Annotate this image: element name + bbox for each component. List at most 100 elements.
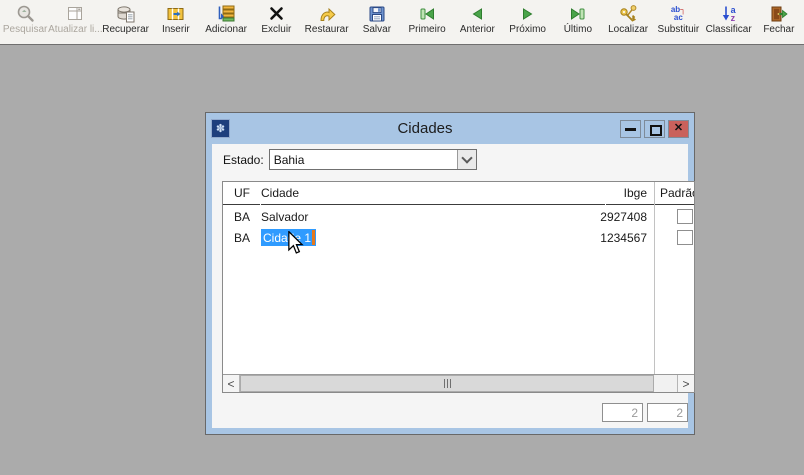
nav-last-icon xyxy=(568,3,588,24)
cell-uf[interactable]: BA xyxy=(223,231,260,245)
search-icon xyxy=(16,3,35,24)
toolbar-label: Recuperar xyxy=(102,24,149,36)
column-header-uf: UF xyxy=(223,182,260,205)
toolbar-label: Primeiro xyxy=(409,24,446,36)
column-header-padrao: Padrão xyxy=(655,182,694,205)
recover-database-icon xyxy=(116,3,136,24)
window-controls: ✕ xyxy=(620,120,689,138)
toolbar-label: Localizar xyxy=(608,24,648,36)
grid-header: UF Cidade Ibge Padrão xyxy=(223,182,694,205)
toolbar-label: Pesquisar xyxy=(3,24,47,36)
cell-padrao xyxy=(655,209,694,224)
cidades-window: ✽ Cidades ✕ Estado: Bahia UF Cidade Ibge xyxy=(205,112,695,435)
system-glyph: ✽ xyxy=(216,122,225,135)
record-position-field: 2 xyxy=(602,403,643,422)
toolbar-button-substituir[interactable]: ab┐ac Substituir xyxy=(653,0,703,44)
nav-first-icon xyxy=(417,3,437,24)
window-titlebar[interactable]: ✽ Cidades ✕ xyxy=(206,113,694,144)
minimize-button[interactable] xyxy=(620,120,641,138)
cell-ibge[interactable]: 2927408 xyxy=(606,210,654,224)
maximize-button[interactable] xyxy=(644,120,665,138)
sort-az-icon: az xyxy=(722,3,736,24)
toolbar-button-pesquisar: Pesquisar xyxy=(0,0,50,44)
toolbar-button-recuperar[interactable]: Recuperar xyxy=(101,0,151,44)
toolbar-label: Próximo xyxy=(509,24,546,36)
toolbar-button-proximo[interactable]: Próximo xyxy=(503,0,553,44)
padrao-checkbox[interactable] xyxy=(677,230,693,245)
scrollbar-thumb[interactable] xyxy=(240,375,654,392)
toolbar-button-fechar[interactable]: Fechar xyxy=(754,0,804,44)
estado-combobox[interactable]: Bahia xyxy=(269,149,477,170)
toolbar-button-excluir[interactable]: Excluir xyxy=(251,0,301,44)
estado-row: Estado: Bahia xyxy=(223,149,477,170)
toolbar-label: Anterior xyxy=(460,24,495,36)
insert-row-icon xyxy=(166,3,186,24)
toolbar-button-restaurar[interactable]: Restaurar xyxy=(302,0,352,44)
toolbar-button-localizar[interactable]: Localizar xyxy=(603,0,653,44)
padrao-checkbox[interactable] xyxy=(677,209,693,224)
window-system-icon: ✽ xyxy=(211,119,230,138)
close-icon: ✕ xyxy=(674,123,683,134)
delete-x-icon xyxy=(268,3,285,24)
thumb-grip-icon xyxy=(447,379,448,388)
selected-cell-text: Cidade 1 xyxy=(263,231,311,245)
toolbar-label: Inserir xyxy=(162,24,190,36)
chevron-down-icon xyxy=(461,152,472,163)
cell-cidade[interactable]: Salvador xyxy=(261,210,605,224)
toolbar-label: Adicionar xyxy=(205,24,247,36)
refresh-list-icon xyxy=(66,3,85,24)
toolbar-label: Restaurar xyxy=(305,24,349,36)
cell-padrao xyxy=(655,230,694,245)
toolbar-label: Excluir xyxy=(261,24,291,36)
thumb-grip-icon xyxy=(450,379,451,388)
replace-text-icon: ab┐ac xyxy=(671,3,686,24)
table-row[interactable]: BA Cidade 1 1234567 xyxy=(223,227,694,248)
column-header-ibge: Ibge xyxy=(606,182,654,205)
scroll-right-button[interactable]: > xyxy=(677,375,694,392)
toolbar-button-primeiro[interactable]: Primeiro xyxy=(402,0,452,44)
thumb-grip-icon xyxy=(444,379,445,388)
combo-dropdown-button[interactable] xyxy=(457,150,476,169)
estado-label: Estado: xyxy=(223,153,264,167)
save-floppy-icon xyxy=(368,3,386,24)
find-keys-icon xyxy=(618,3,638,24)
close-button[interactable]: ✕ xyxy=(668,120,689,138)
toolbar-button-anterior[interactable]: Anterior xyxy=(452,0,502,44)
toolbar-button-atualizar: Atualizar li... xyxy=(50,0,100,44)
maximize-icon xyxy=(650,125,662,136)
main-toolbar: Pesquisar Atualizar li... Recuperar Inse… xyxy=(0,0,804,45)
horizontal-scrollbar[interactable]: < > xyxy=(223,374,694,392)
toolbar-button-inserir[interactable]: Inserir xyxy=(151,0,201,44)
add-row-icon xyxy=(216,3,236,24)
scroll-right-icon: > xyxy=(682,377,689,391)
cell-cidade-selected[interactable]: Cidade 1 xyxy=(261,229,605,246)
record-total-field: 2 xyxy=(647,403,688,422)
cell-ibge[interactable]: 1234567 xyxy=(606,231,654,245)
nav-previous-icon xyxy=(469,3,485,24)
toolbar-button-classificar[interactable]: az Classificar xyxy=(704,0,754,44)
toolbar-label: Salvar xyxy=(363,24,391,36)
restore-arrow-icon xyxy=(317,3,337,24)
toolbar-button-adicionar[interactable]: Adicionar xyxy=(201,0,251,44)
table-row[interactable]: BA Salvador 2927408 xyxy=(223,206,694,227)
scroll-left-icon: < xyxy=(227,377,234,391)
text-caret xyxy=(312,230,315,245)
cell-uf[interactable]: BA xyxy=(223,210,260,224)
toolbar-label: Fechar xyxy=(763,24,794,36)
toolbar-button-salvar[interactable]: Salvar xyxy=(352,0,402,44)
window-title: Cidades xyxy=(230,120,620,137)
toolbar-button-ultimo[interactable]: Último xyxy=(553,0,603,44)
cities-grid: UF Cidade Ibge Padrão BA Salvador 292740… xyxy=(222,181,695,393)
toolbar-label: Último xyxy=(564,24,592,36)
scroll-left-button[interactable]: < xyxy=(223,375,240,392)
column-header-cidade: Cidade xyxy=(261,182,605,205)
estado-combobox-value: Bahia xyxy=(270,150,457,169)
nav-next-icon xyxy=(520,3,536,24)
toolbar-label: Substituir xyxy=(658,24,700,36)
scrollbar-track[interactable] xyxy=(654,375,677,392)
toolbar-label: Classificar xyxy=(706,24,752,36)
minimize-icon xyxy=(625,128,636,131)
toolbar-label: Atualizar li... xyxy=(48,24,102,36)
dialog-content: Estado: Bahia UF Cidade Ibge Padrão BA S… xyxy=(212,144,688,428)
exit-door-icon xyxy=(769,3,788,24)
